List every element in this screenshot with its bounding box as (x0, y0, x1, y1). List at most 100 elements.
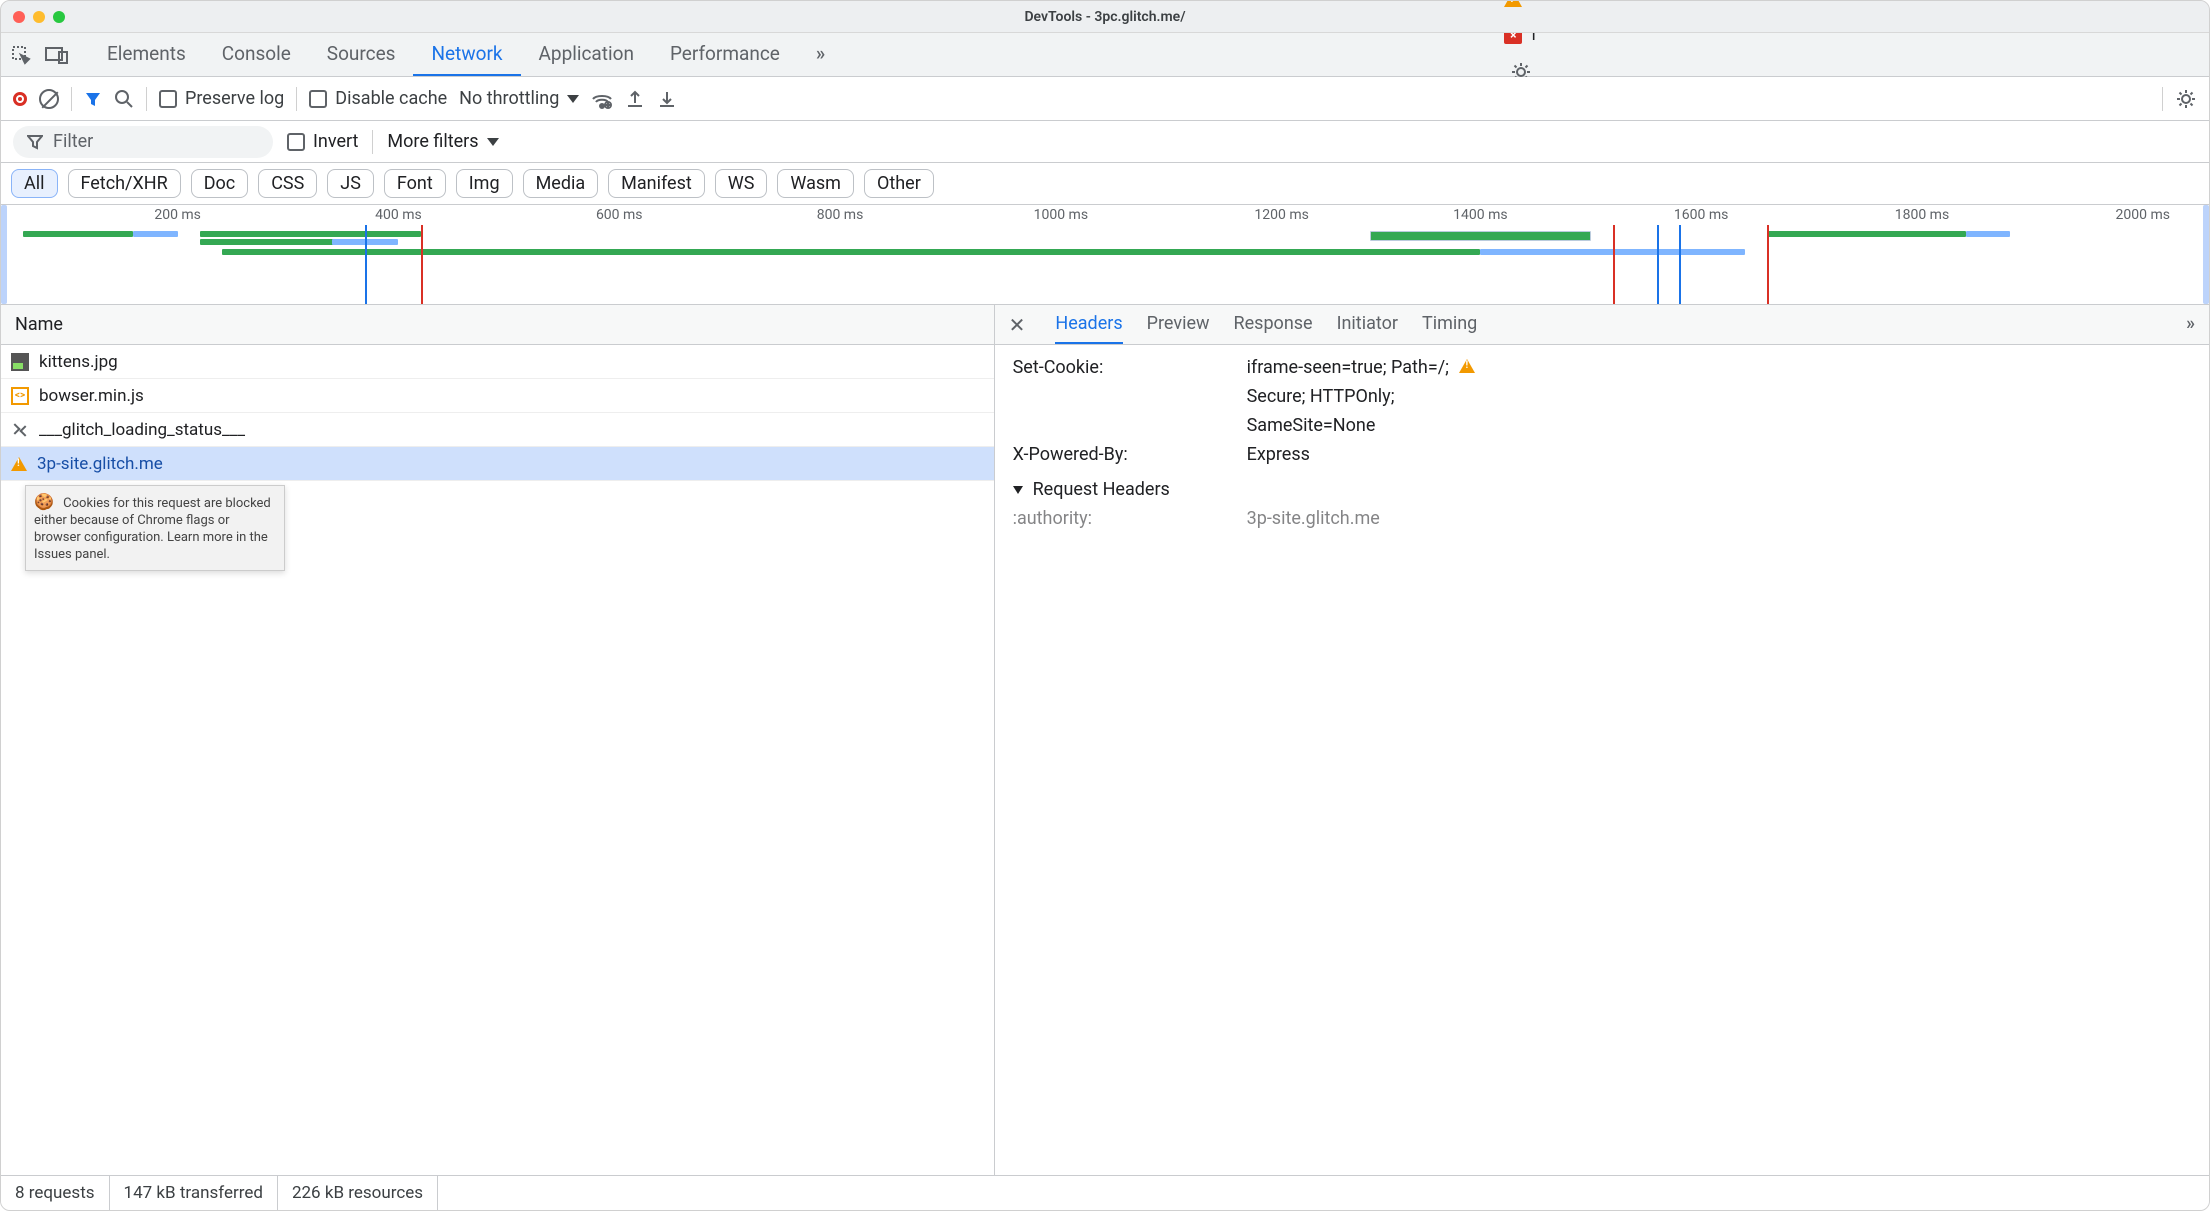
upload-har-icon[interactable] (625, 89, 645, 109)
detail-tab-initiator[interactable]: Initiator (1337, 305, 1398, 344)
chip-all[interactable]: All (11, 169, 58, 198)
filter-placeholder: Filter (53, 131, 93, 152)
checkbox-icon (309, 90, 327, 108)
request-row[interactable]: ___glitch_loading_status___ (1, 413, 994, 447)
tooltip-text: Cookies for this request are blocked eit… (34, 496, 271, 562)
chevron-down-icon (567, 95, 579, 103)
inspect-icon[interactable] (11, 45, 31, 65)
request-row[interactable]: <> bowser.min.js (1, 379, 994, 413)
header-value: Secure; HTTPOnly; (1247, 386, 1395, 407)
chip-js[interactable]: JS (327, 169, 374, 198)
chip-doc[interactable]: Doc (191, 169, 249, 198)
throttling-value: No throttling (459, 88, 559, 109)
filter-icon[interactable] (84, 90, 102, 108)
detail-tabs: ✕ Headers Preview Response Initiator Tim… (995, 305, 2209, 345)
websocket-icon (11, 421, 29, 439)
window-title: DevTools - 3pc.glitch.me/ (1, 9, 2209, 25)
tabs-overflow[interactable]: » (798, 33, 843, 76)
header-key: X-Powered-By: (1013, 444, 1233, 465)
chip-font[interactable]: Font (384, 169, 446, 198)
chip-wasm[interactable]: Wasm (777, 169, 854, 198)
tab-application[interactable]: Application (521, 33, 652, 76)
chip-css[interactable]: CSS (258, 169, 317, 198)
warning-icon (1504, 0, 1522, 7)
chip-ws[interactable]: WS (715, 169, 768, 198)
request-detail-panel: ✕ Headers Preview Response Initiator Tim… (995, 305, 2209, 1175)
close-detail-button[interactable]: ✕ (1009, 313, 1032, 337)
header-value: iframe-seen=true; Path=/; (1247, 357, 1449, 378)
detail-tab-preview[interactable]: Preview (1147, 305, 1210, 344)
timeline-bars (1, 225, 2209, 304)
tick-label: 1000 ms (1034, 207, 1088, 223)
section-label: Request Headers (1033, 479, 1170, 500)
tab-sources[interactable]: Sources (309, 33, 414, 76)
js-file-icon: <> (11, 387, 29, 405)
requests-list: kittens.jpg <> bowser.min.js ___glitch_l… (1, 345, 994, 1175)
request-name: bowser.min.js (39, 386, 144, 406)
preserve-log-toggle[interactable]: Preserve log (159, 88, 284, 109)
header-value: 3p-site.glitch.me (1247, 508, 1380, 529)
tick-label: 2000 ms (2116, 207, 2170, 223)
status-resources: 226 kB resources (278, 1176, 438, 1210)
titlebar: DevTools - 3pc.glitch.me/ (1, 1, 2209, 33)
chip-other[interactable]: Other (864, 169, 934, 198)
tab-performance[interactable]: Performance (652, 33, 798, 76)
warning-icon (11, 457, 27, 471)
chip-img[interactable]: Img (456, 169, 513, 198)
checkbox-icon (159, 90, 177, 108)
tab-console[interactable]: Console (204, 33, 309, 76)
tab-elements[interactable]: Elements (89, 33, 204, 76)
request-headers-section[interactable]: Request Headers (1013, 469, 2191, 504)
tab-network[interactable]: Network (413, 33, 520, 76)
resource-type-chips: All Fetch/XHR Doc CSS JS Font Img Media … (1, 163, 2209, 205)
cookie-blocked-tooltip: 🍪 Cookies for this request are blocked e… (25, 485, 285, 571)
tick-label: 1400 ms (1453, 207, 1507, 223)
header-key: :authority: (1013, 508, 1233, 529)
clear-button[interactable] (39, 89, 59, 109)
filter-bar: Filter Invert More filters (1, 121, 2209, 163)
column-header-name[interactable]: Name (1, 305, 994, 345)
zoom-window-button[interactable] (53, 11, 65, 23)
detail-tab-headers[interactable]: Headers (1055, 305, 1122, 344)
close-window-button[interactable] (13, 11, 25, 23)
invert-toggle[interactable]: Invert (287, 131, 358, 152)
detail-tab-response[interactable]: Response (1234, 305, 1313, 344)
status-transferred: 147 kB transferred (110, 1176, 278, 1210)
chip-media[interactable]: Media (523, 169, 599, 198)
more-filters-button[interactable]: More filters (387, 131, 498, 152)
header-value: SameSite=None (1247, 415, 1376, 436)
preserve-log-label: Preserve log (185, 88, 284, 109)
request-row[interactable]: 3p-site.glitch.me (1, 447, 994, 481)
status-requests: 8 requests (1, 1176, 110, 1210)
record-button[interactable] (13, 92, 27, 106)
disclosure-triangle-icon (1013, 486, 1023, 494)
network-conditions-icon[interactable] (591, 89, 613, 109)
network-toolbar: Preserve log Disable cache No throttling (1, 77, 2209, 121)
tick-label: 1800 ms (1895, 207, 1949, 223)
minimize-window-button[interactable] (33, 11, 45, 23)
funnel-icon (27, 134, 43, 150)
throttling-select[interactable]: No throttling (459, 88, 579, 109)
more-filters-label: More filters (387, 131, 478, 152)
filter-input[interactable]: Filter (13, 126, 273, 158)
timeline-ruler: 200 ms 400 ms 600 ms 800 ms 1000 ms 1200… (1, 205, 2209, 225)
download-har-icon[interactable] (657, 89, 677, 109)
disable-cache-toggle[interactable]: Disable cache (309, 88, 447, 109)
chevron-down-icon (487, 138, 499, 146)
cookie-icon: 🍪 (34, 492, 54, 513)
search-icon[interactable] (114, 89, 134, 109)
network-settings-gear-icon[interactable] (2175, 88, 2197, 110)
disable-cache-label: Disable cache (335, 88, 447, 109)
headers-body: Set-Cookie: iframe-seen=true; Path=/; Se… (995, 345, 2209, 1175)
overview-timeline[interactable]: 200 ms 400 ms 600 ms 800 ms 1000 ms 1200… (1, 205, 2209, 305)
invert-label: Invert (313, 131, 358, 152)
detail-tab-timing[interactable]: Timing (1422, 305, 1477, 344)
chip-manifest[interactable]: Manifest (608, 169, 705, 198)
tick-label: 600 ms (596, 207, 643, 223)
request-row[interactable]: kittens.jpg (1, 345, 994, 379)
tick-label: 400 ms (375, 207, 422, 223)
chip-fetch-xhr[interactable]: Fetch/XHR (68, 169, 181, 198)
tick-label: 1200 ms (1254, 207, 1308, 223)
detail-tabs-overflow[interactable]: » (2186, 305, 2195, 344)
device-toolbar-icon[interactable] (45, 46, 69, 64)
